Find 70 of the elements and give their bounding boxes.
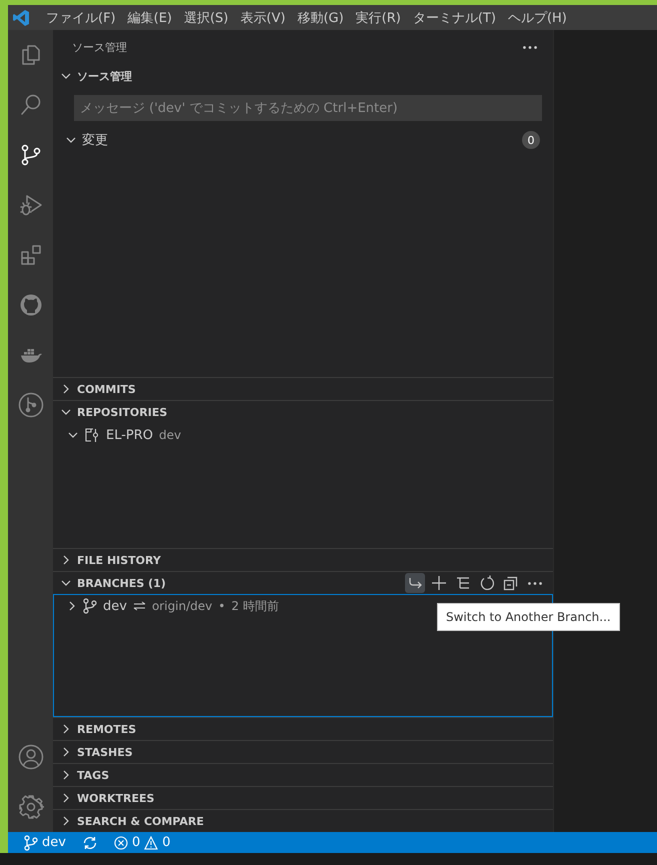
chevron-icon [61, 747, 71, 757]
search-icon[interactable] [18, 93, 42, 117]
branch-icon [24, 834, 38, 850]
octocat-icon[interactable] [18, 293, 42, 317]
branch-status[interactable]: dev [20, 832, 70, 853]
section-header[interactable]: FILE HISTORY [53, 549, 545, 571]
collapse-all-icon [503, 575, 519, 591]
toolbar-button[interactable] [429, 573, 449, 593]
section-header[interactable]: COMMITS [53, 378, 545, 400]
repository-icon [84, 427, 100, 443]
section-header[interactable]: ソース管理 [53, 65, 545, 87]
chevron-icon [61, 578, 71, 588]
chevron-icon [61, 407, 71, 417]
repository-name: EL-PRO [106, 428, 154, 442]
chevron-icon [61, 816, 71, 826]
code-logo-icon [12, 8, 30, 26]
account-icon[interactable] [18, 744, 44, 770]
chevron-icon [61, 71, 71, 81]
section-header[interactable]: REMOTES [53, 718, 545, 740]
more-icon [528, 582, 542, 584]
tree-row[interactable]: 変更 0 [54, 129, 552, 151]
sidebar-title: ソース管理 [72, 40, 128, 55]
menu-item[interactable]: 表示(V) [234, 8, 292, 26]
switch-branch-icon [407, 575, 423, 591]
branch-icon [83, 598, 97, 614]
menu-item[interactable]: 移動(G) [291, 8, 350, 26]
chevron-icon [61, 793, 71, 803]
git-graph-icon[interactable] [18, 392, 44, 418]
run-debug-icon[interactable] [18, 193, 42, 217]
menu-item[interactable]: 編集(E) [122, 8, 178, 26]
menu-item[interactable]: 選択(S) [178, 8, 234, 26]
toolbar-button[interactable] [405, 573, 425, 593]
commit-message-field[interactable]: メッセージ ('dev' でコミットするための Ctrl+Enter) [74, 95, 542, 121]
count-badge: 0 [522, 131, 540, 149]
chevron-icon [67, 601, 77, 611]
tooltip: Switch to Another Branch... [437, 603, 620, 631]
plus-icon [431, 575, 447, 591]
chevron-icon [66, 135, 76, 145]
menu-item[interactable]: ファイル(F) [40, 8, 122, 26]
section-header[interactable]: TAGS [53, 764, 545, 786]
section-header[interactable]: STASHES [53, 741, 545, 763]
section-header[interactable]: BRANCHES (1) [53, 572, 405, 594]
separator-dot: • [218, 599, 226, 613]
chevron-icon [61, 384, 71, 394]
chevron-icon [61, 724, 71, 734]
chevron-icon [61, 770, 71, 780]
error-icon [114, 836, 128, 850]
upstream-label: origin/dev [152, 599, 212, 613]
menu-item[interactable]: ターミナル(T) [406, 8, 502, 26]
problems-status[interactable]: 0 0 [110, 832, 175, 853]
section-header[interactable]: REPOSITORIES [53, 401, 545, 423]
sync-arrows-icon [132, 601, 146, 611]
menu-item[interactable]: ヘルプ(H) [502, 8, 573, 26]
group-label: 変更 [82, 132, 108, 149]
section-header[interactable]: SEARCH & COMPARE [53, 810, 545, 832]
settings-icon[interactable] [18, 794, 44, 820]
branch-name: dev [103, 598, 127, 614]
refresh-icon [479, 575, 495, 591]
time-label: 2 時間前 [231, 598, 279, 614]
sync-icon[interactable] [82, 834, 98, 850]
section-header[interactable]: WORKTREES [53, 787, 545, 809]
branch-label: dev [159, 428, 182, 442]
extensions-icon[interactable] [18, 243, 42, 267]
chevron-icon [68, 430, 78, 440]
chevron-icon [61, 555, 71, 565]
more-icon[interactable] [523, 46, 537, 49]
menu-item[interactable]: 実行(R) [350, 8, 407, 26]
warning-icon [144, 836, 158, 850]
tree-row[interactable]: EL-PRO dev [54, 424, 552, 446]
list-tree-icon [455, 575, 471, 591]
